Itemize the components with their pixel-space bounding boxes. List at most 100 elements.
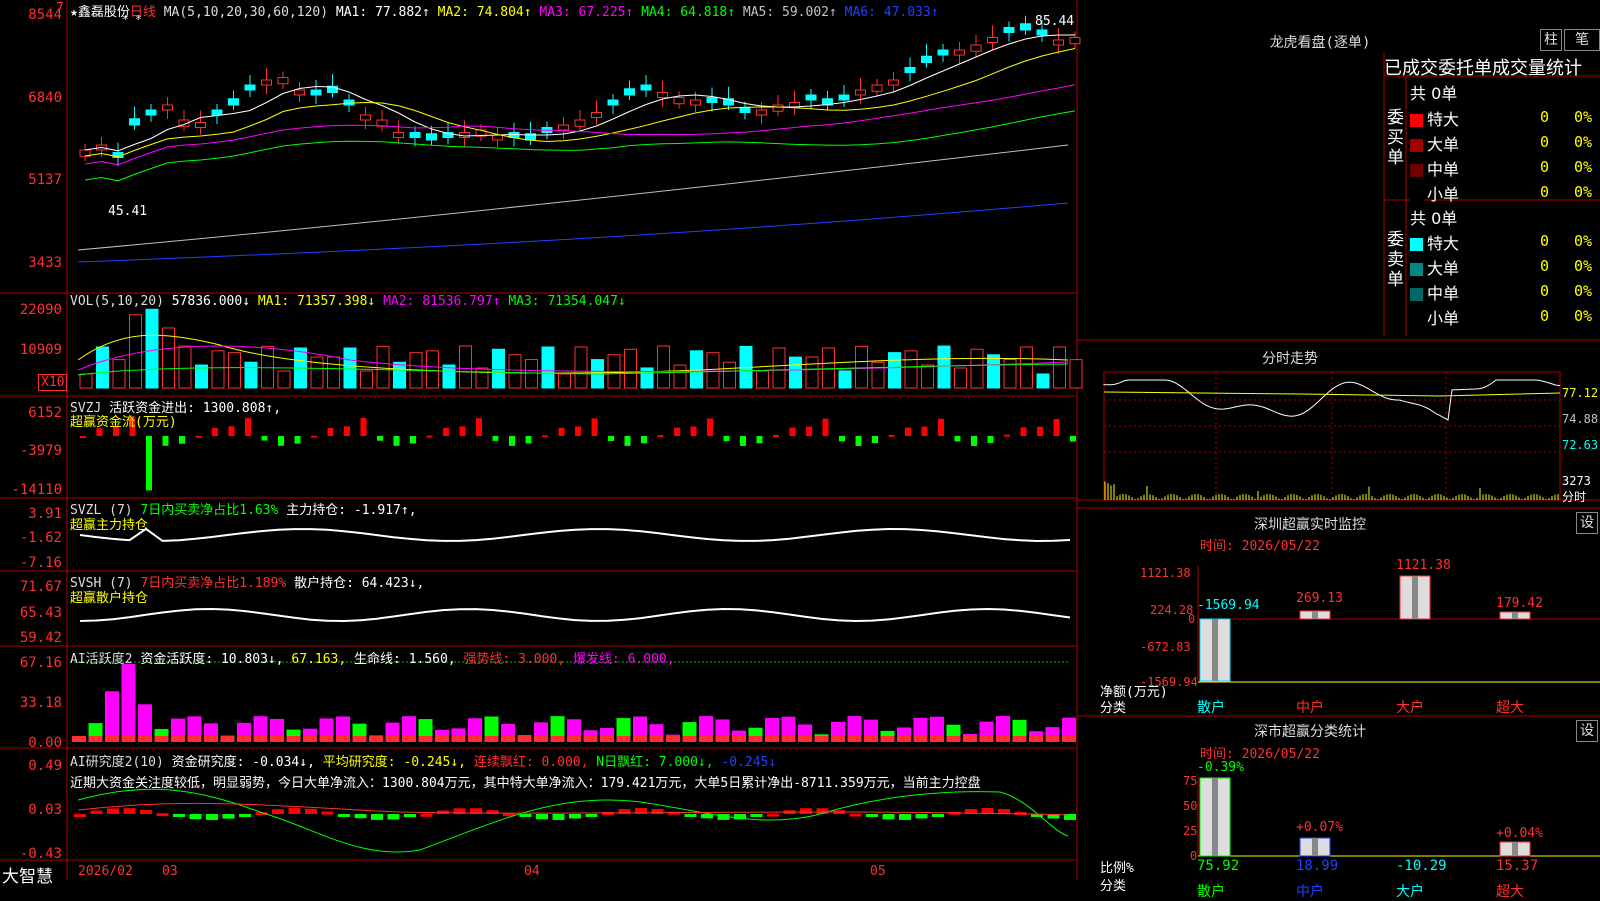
activity-base bbox=[864, 736, 878, 742]
activity-base bbox=[187, 736, 202, 742]
ma4-value: MA4: 64.818↑ bbox=[641, 5, 736, 20]
svzl-axis-2: -1.62 bbox=[19, 530, 62, 546]
candle-body bbox=[607, 99, 619, 106]
activity-base bbox=[963, 736, 977, 742]
monitor-value: 179.42 bbox=[1496, 596, 1543, 611]
activity-base bbox=[237, 736, 251, 742]
activity-base bbox=[699, 736, 713, 742]
volume-bar bbox=[211, 350, 225, 389]
svzl-axis-3: -7.16 bbox=[19, 555, 62, 571]
volume-bar bbox=[690, 350, 703, 389]
activity-bar bbox=[121, 663, 136, 742]
vol-ma-line bbox=[77, 363, 1069, 376]
flow-bar bbox=[723, 436, 730, 442]
lhb-title: 龙虎看盘(逐单) bbox=[1269, 35, 1371, 51]
flow-bar bbox=[888, 434, 895, 437]
monitor-axis-2: 224.28 bbox=[1150, 603, 1194, 617]
stat-percent: 0% bbox=[1574, 158, 1593, 176]
bar-mode-button[interactable]: 柱 bbox=[1540, 29, 1562, 51]
research-bar bbox=[156, 813, 169, 817]
vol-unit-button[interactable]: X10 bbox=[38, 374, 68, 391]
candle-body bbox=[145, 109, 157, 116]
volume-bar bbox=[525, 359, 538, 389]
flow-bar bbox=[360, 418, 367, 436]
research-bar bbox=[189, 814, 202, 820]
svzj-axis-1: 6152 bbox=[28, 405, 62, 421]
activity-base bbox=[550, 736, 565, 742]
activity-base bbox=[897, 736, 911, 742]
ma1-value: MA1: 77.882↑ bbox=[335, 5, 430, 20]
stat-percent: 0% bbox=[1574, 307, 1593, 325]
flow-bar bbox=[476, 418, 482, 436]
stroke-mode-button[interactable]: 笔 bbox=[1564, 29, 1600, 51]
fenshi-title: 分时走势 bbox=[1262, 351, 1318, 367]
volume-bar bbox=[327, 356, 340, 389]
volume-bar bbox=[673, 364, 687, 389]
research-bar bbox=[371, 814, 383, 820]
classify-settings-button[interactable]: 设 bbox=[1576, 720, 1598, 742]
volume-bar bbox=[789, 356, 802, 389]
date-label-4: 05 bbox=[870, 864, 886, 879]
stat-row: 中单 bbox=[1410, 280, 1459, 304]
volume-bar bbox=[838, 370, 852, 389]
candle-body bbox=[640, 84, 652, 91]
volume-bar bbox=[145, 308, 159, 389]
sell-total: 共 0单 bbox=[1410, 209, 1458, 228]
fenshi-vol-label: 3273 bbox=[1562, 474, 1591, 488]
candle-body bbox=[343, 99, 355, 106]
research-bar bbox=[767, 813, 779, 817]
candle-body bbox=[888, 79, 899, 86]
color-swatch-icon bbox=[1410, 313, 1423, 326]
classify-axis-3: 25 bbox=[1183, 824, 1198, 838]
volume-bar bbox=[277, 370, 291, 389]
star-icon[interactable]: ★ bbox=[70, 5, 78, 20]
ai1-axis-2: 33.18 bbox=[19, 695, 62, 711]
activity-base bbox=[880, 736, 895, 742]
candle-body bbox=[591, 112, 602, 118]
classify-title: 深市超赢分类统计 bbox=[1254, 724, 1366, 740]
volume-bar bbox=[228, 352, 241, 389]
flow-bar bbox=[855, 436, 862, 446]
flow-bar bbox=[410, 436, 416, 444]
research-bar bbox=[585, 814, 598, 817]
volume-bar bbox=[393, 361, 406, 389]
stat-row: 特大 bbox=[1410, 230, 1459, 254]
research-bar bbox=[866, 814, 878, 818]
research-bar bbox=[552, 814, 565, 820]
flow-bar bbox=[278, 436, 284, 446]
activity-base bbox=[715, 736, 730, 742]
stat-count: 0 bbox=[1540, 183, 1550, 201]
research-bar bbox=[899, 814, 911, 820]
activity-base bbox=[171, 736, 185, 742]
flow-bar bbox=[377, 436, 383, 441]
candle-body bbox=[904, 67, 916, 73]
monitor-settings-button[interactable]: 设 bbox=[1576, 512, 1598, 534]
flow-bar bbox=[459, 426, 466, 436]
classify-category: 超大 bbox=[1496, 884, 1524, 900]
volume-bar bbox=[195, 364, 208, 389]
ma3-value: MA3: 67.225↑ bbox=[539, 5, 634, 20]
research-bar bbox=[684, 814, 697, 817]
activity-base bbox=[979, 736, 994, 742]
flow-bar bbox=[921, 426, 928, 436]
activity-base bbox=[138, 736, 152, 742]
research-bar bbox=[173, 814, 185, 817]
volume-bar bbox=[376, 345, 390, 389]
volume-bar bbox=[96, 346, 109, 389]
app-logo[interactable]: 大智慧 bbox=[2, 862, 53, 887]
activity-base bbox=[996, 736, 1010, 742]
monitor-value: 269.13 bbox=[1296, 591, 1343, 606]
activity-base bbox=[385, 736, 400, 742]
volume-bar bbox=[574, 346, 588, 389]
svzl-sub: 超赢主力持仓 bbox=[70, 518, 149, 533]
flow-bar bbox=[608, 436, 614, 442]
candle-body bbox=[310, 89, 322, 96]
flow-bar bbox=[393, 436, 400, 446]
candle-body bbox=[244, 84, 256, 91]
svsh-axis-1: 71.67 bbox=[19, 579, 62, 595]
volume-bar bbox=[921, 364, 934, 389]
main-header: ★鑫磊股份日线 MA(5,10,20,30,60,120) MA1: 77.88… bbox=[70, 1, 939, 20]
fenshi-vol-unit: 分时 bbox=[1562, 490, 1587, 504]
volume-bar bbox=[822, 347, 835, 389]
stat-name: 中单 bbox=[1427, 284, 1460, 303]
